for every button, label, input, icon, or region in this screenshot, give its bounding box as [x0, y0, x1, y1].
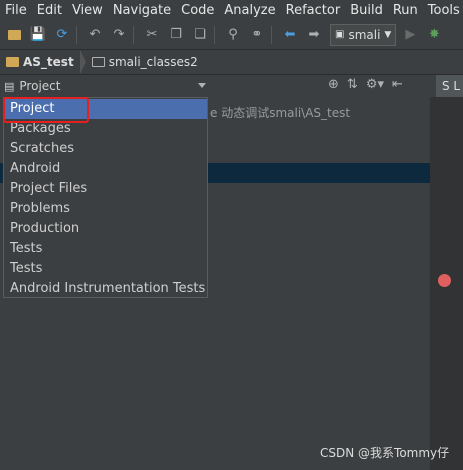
project-folder-icon: [6, 57, 19, 67]
dropdown-item-tests[interactable]: Tests: [4, 239, 207, 259]
replace-icon[interactable]: ⚭: [247, 25, 267, 45]
run-config-icon: ▣: [335, 29, 345, 40]
menu-file[interactable]: File: [0, 3, 32, 18]
menu-run[interactable]: Run: [388, 3, 423, 18]
sync-icon[interactable]: ⟳: [52, 25, 72, 45]
chevron-down-icon: [198, 83, 206, 88]
dropdown-item-production[interactable]: Production: [4, 219, 207, 239]
project-view-dropdown: Project Packages Scratches Android Proje…: [3, 97, 208, 298]
tool-window-actions: ⊕ ⇅ ⚙▾ ⇤: [328, 77, 403, 92]
cut-icon[interactable]: ✂: [142, 25, 162, 45]
menu-refactor[interactable]: Refactor: [281, 3, 346, 18]
menu-analyze[interactable]: Analyze: [219, 3, 280, 18]
breakpoint-icon[interactable]: [438, 274, 451, 287]
main-toolbar: 💾 ⟳ ↶ ↷ ✂ ❐ ❏ ⚲ ⚭ ⬅ ➡ ▣ smali ▼ ▶ ✸: [0, 20, 463, 50]
toolbar-separator: [214, 25, 215, 44]
menu-navigate[interactable]: Navigate: [108, 3, 176, 18]
breadcrumb-label: smali_classes2: [108, 55, 198, 69]
undo-icon[interactable]: ↶: [85, 25, 105, 45]
watermark: CSDN @我系Tommy仔: [320, 446, 450, 460]
debug-icon[interactable]: ✸: [424, 25, 444, 45]
navigation-bar: AS_test smali_classes2: [0, 50, 463, 74]
gear-icon[interactable]: ⚙▾: [366, 77, 384, 92]
chevron-down-icon: ▼: [384, 29, 392, 40]
breadcrumb-project[interactable]: AS_test: [0, 50, 80, 74]
project-tool-window-header: ▤ Project ⊕ ⇅ ⚙▾ ⇤: [0, 75, 430, 98]
project-view-label: Project: [19, 79, 61, 93]
run-config-label: smali: [348, 27, 381, 42]
redo-icon[interactable]: ↷: [109, 25, 129, 45]
toolbar-separator: [133, 25, 134, 44]
dropdown-item-project-files[interactable]: Project Files: [4, 179, 207, 199]
project-view-selector[interactable]: ▤ Project: [4, 77, 208, 95]
toolbar-separator: [271, 25, 272, 44]
dropdown-item-android[interactable]: Android: [4, 159, 207, 179]
save-icon[interactable]: 💾: [28, 25, 48, 45]
collapse-all-icon[interactable]: ⇅: [347, 77, 358, 92]
menu-build[interactable]: Build: [345, 3, 388, 18]
editor-tab[interactable]: S L: [436, 75, 463, 97]
annotation-highlight-box: [3, 97, 89, 123]
project-view-icon: ▤: [4, 79, 15, 93]
paste-icon[interactable]: ❏: [190, 25, 210, 45]
dropdown-item-tests-2[interactable]: Tests: [4, 259, 207, 279]
folder-icon: [91, 57, 105, 67]
project-root-path: e 动态调试smali\AS_test: [210, 106, 351, 120]
dropdown-item-problems[interactable]: Problems: [4, 199, 207, 219]
menu-edit[interactable]: Edit: [32, 3, 67, 18]
breadcrumb-folder[interactable]: smali_classes2: [86, 50, 204, 74]
run-icon[interactable]: ▶: [400, 25, 420, 45]
open-folder-icon[interactable]: [4, 25, 24, 45]
copy-icon[interactable]: ❐: [166, 25, 186, 45]
hide-panel-icon[interactable]: ⇤: [392, 77, 403, 92]
dropdown-item-scratches[interactable]: Scratches: [4, 139, 207, 159]
back-icon[interactable]: ⬅: [280, 25, 300, 45]
breadcrumb-label: AS_test: [23, 55, 74, 69]
menu-view[interactable]: View: [67, 3, 108, 18]
forward-icon[interactable]: ➡: [304, 25, 324, 45]
scroll-from-source-icon[interactable]: ⊕: [328, 77, 339, 92]
run-config-selector[interactable]: ▣ smali ▼: [330, 23, 397, 46]
menu-code[interactable]: Code: [176, 3, 219, 18]
toolbar-separator: [76, 25, 77, 44]
find-icon[interactable]: ⚲: [223, 25, 243, 45]
dropdown-item-android-instrumentation-tests[interactable]: Android Instrumentation Tests: [4, 279, 207, 299]
menu-tools[interactable]: Tools: [423, 3, 463, 18]
menu-bar: File Edit View Navigate Code Analyze Ref…: [0, 0, 463, 20]
